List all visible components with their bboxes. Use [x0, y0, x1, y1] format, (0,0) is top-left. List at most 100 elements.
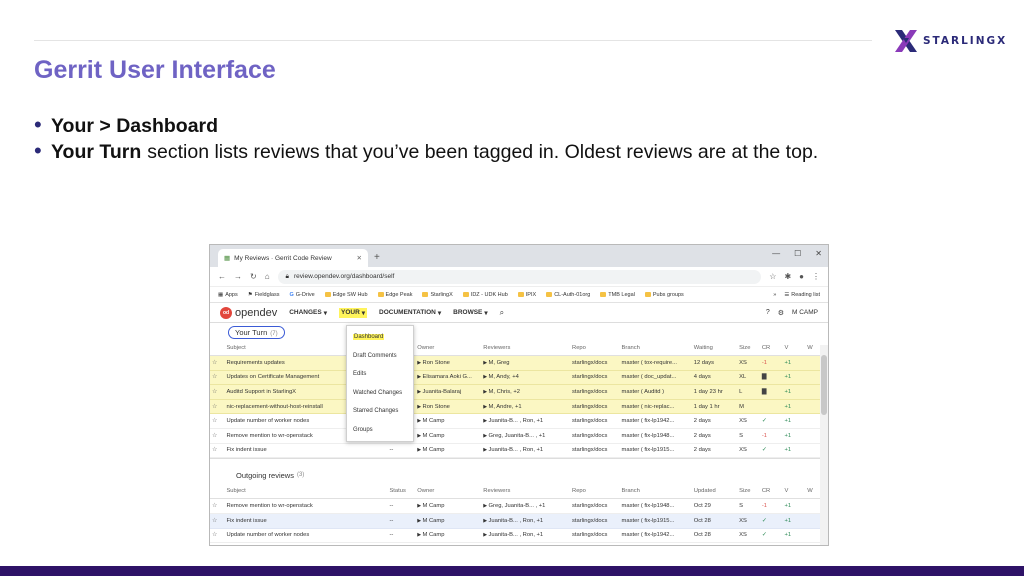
extensions-icon[interactable]: ✱	[784, 272, 791, 281]
branch-cell[interactable]: master ( fix-lp1948...	[619, 428, 692, 444]
table-row[interactable]: ☆Update number of worker nodes--▶ M Camp…	[210, 413, 828, 430]
table-row[interactable]: ☆Update number of worker nodes--▶ M Camp…	[210, 528, 828, 544]
table-row[interactable]: ☆ Requirements updates ▶ Ron Stone ▶ M, Gre…	[210, 355, 828, 371]
owner-cell[interactable]: ▶ Juanita-Balaraj	[415, 384, 482, 400]
repo-cell[interactable]: starlingx/docs	[570, 384, 620, 400]
star-icon[interactable]: ☆	[210, 370, 225, 386]
owner-cell[interactable]: ▶ Elisamara Aoki G...	[415, 370, 482, 386]
repo-cell[interactable]: starlingx/docs	[570, 513, 620, 529]
table-row[interactable]: ☆ Fix indent issue -- ▶ M Camp ▶ Juanita-B..…	[210, 443, 828, 459]
bookmark-item[interactable]: G G-Drive	[289, 292, 314, 298]
opendev-logo[interactable]: od opendev	[220, 306, 277, 319]
repo-cell[interactable]: starlingx/docs	[570, 428, 620, 444]
reviewers-cell[interactable]: ▶ M, Chris, +2	[481, 384, 571, 400]
bookmark-item[interactable]: IPIX	[517, 292, 536, 298]
star-icon[interactable]: ☆	[210, 384, 225, 400]
bookmark-item[interactable]: TMB Legal	[600, 292, 635, 298]
browser-tab[interactable]: ▦ My Reviews · Gerrit Code Review ✕	[218, 249, 368, 267]
branch-cell[interactable]: master ( fix-lp1942...	[619, 413, 692, 430]
star-icon[interactable]: ☆	[210, 428, 225, 444]
reviewers-cell[interactable]: ▶ Greg, Juanita-B... , +1	[481, 498, 571, 514]
repo-cell[interactable]: starlingx/docs	[570, 413, 620, 430]
branch-cell[interactable]: master ( fix-lp1948...	[619, 498, 692, 514]
user-name[interactable]: M CAMP	[792, 309, 818, 316]
bookmark-item[interactable]: Edge SW Hub	[324, 292, 368, 298]
gear-icon[interactable]: ⚙	[778, 309, 784, 317]
subject-link[interactable]: Fix indent issue	[224, 513, 388, 529]
dropdown-watched-changes[interactable]: Watched Changes	[347, 384, 413, 403]
repo-cell[interactable]: starlingx/docs	[570, 443, 620, 459]
owner-cell[interactable]: ▶ M Camp	[415, 443, 482, 459]
star-icon[interactable]: ☆	[210, 443, 225, 459]
branch-cell[interactable]: master ( nic-replac...	[619, 399, 692, 415]
branch-cell[interactable]: master ( fix-lp1915...	[619, 513, 692, 529]
reviewers-cell[interactable]: ▶ Greg, Juanita-B... , +1	[481, 428, 571, 444]
dropdown-dashboard[interactable]: Dashboard	[347, 328, 413, 347]
reviewers-cell[interactable]: ▶ Juanita-B... , Ron, +1	[481, 528, 571, 544]
repo-cell[interactable]: starlingx/docs	[570, 498, 620, 514]
dropdown-draft-comments[interactable]: Draft Comments	[347, 347, 413, 366]
star-icon[interactable]: ☆	[210, 413, 225, 430]
star-icon[interactable]: ☆	[210, 399, 225, 415]
scrollbar[interactable]	[820, 345, 828, 545]
repo-cell[interactable]: starlingx/docs	[570, 370, 620, 386]
bookmarks-more[interactable]: »	[773, 292, 776, 298]
branch-cell[interactable]: master ( Auditd )	[619, 384, 692, 400]
branch-cell[interactable]: master ( doc_updat...	[619, 370, 692, 386]
home-icon[interactable]: ⌂	[265, 272, 270, 281]
bookmark-item[interactable]: CL-Auth-01org	[546, 292, 590, 298]
subject-link[interactable]: Update number of worker nodes	[224, 528, 388, 544]
owner-cell[interactable]: ▶ M Camp	[415, 528, 482, 544]
minimize-icon[interactable]: —	[772, 249, 780, 258]
owner-cell[interactable]: ▶ M Camp	[415, 513, 482, 529]
owner-cell[interactable]: ▶ M Camp	[415, 428, 482, 444]
bookmark-item[interactable]: Edge Peak	[377, 292, 412, 298]
search-icon[interactable]: ⌕	[500, 308, 504, 318]
bookmark-item[interactable]: Pubs groups	[644, 292, 684, 298]
star-icon[interactable]: ☆	[210, 528, 225, 544]
reviewers-cell[interactable]: ▶ M, Andy, +4	[481, 370, 571, 386]
reload-icon[interactable]: ↻	[250, 272, 257, 281]
forward-arrow-icon[interactable]: →	[234, 272, 242, 281]
dropdown-edits[interactable]: Edits	[347, 365, 413, 384]
owner-cell[interactable]: ▶ M Camp	[415, 413, 482, 430]
bookmark-star-icon[interactable]: ☆	[769, 272, 776, 281]
owner-cell[interactable]: ▶ Ron Stone	[415, 355, 482, 371]
menu-changes[interactable]: CHANGES ▾	[289, 309, 327, 317]
maximize-icon[interactable]: ☐	[794, 249, 801, 258]
menu-browse[interactable]: BROWSE ▾	[453, 309, 488, 317]
bookmark-item[interactable]: StarlingX	[422, 292, 453, 298]
dropdown-groups[interactable]: Groups	[347, 421, 413, 440]
url-input[interactable]: 🔒︎ review.opendev.org/dashboard/self	[277, 269, 762, 284]
menu-documentation[interactable]: DOCUMENTATION ▾	[379, 309, 441, 317]
table-row[interactable]: ☆ Fix indent issue -- ▶ M Camp ▶ Juanita-B..…	[210, 513, 828, 529]
table-row[interactable]: ☆ Updates on Certificate Management ▶ Elis…	[210, 370, 828, 386]
close-window-icon[interactable]: ✕	[815, 249, 822, 258]
star-icon[interactable]: ☆	[210, 355, 225, 371]
menu-your[interactable]: YOUR ▾	[339, 307, 368, 318]
branch-cell[interactable]: master ( fix-lp1915...	[619, 443, 692, 459]
bookmark-apps[interactable]: ▦ Apps	[218, 292, 238, 298]
repo-cell[interactable]: starlingx/docs	[570, 528, 620, 544]
bookmark-item[interactable]: ⚑ Fieldglass	[248, 292, 280, 298]
branch-cell[interactable]: master ( fix-lp1942...	[619, 528, 692, 544]
repo-cell[interactable]: starlingx/docs	[570, 399, 620, 415]
repo-cell[interactable]: starlingx/docs	[570, 355, 620, 371]
close-icon[interactable]: ✕	[357, 254, 362, 262]
star-icon[interactable]: ☆	[210, 513, 225, 529]
reviewers-cell[interactable]: ▶ Juanita-B... , Ron, +1	[481, 443, 571, 459]
new-tab-icon[interactable]: +	[374, 252, 380, 263]
scrollbar-thumb[interactable]	[821, 355, 827, 415]
profile-icon[interactable]: ●	[799, 272, 804, 281]
reviewers-cell[interactable]: ▶ Juanita-B... , Ron, +1	[481, 413, 571, 430]
subject-link[interactable]: Remove mention to wr-openstack	[224, 498, 388, 514]
table-row[interactable]: ☆ nic-replacement-without-host-reinstall ▶…	[210, 399, 828, 415]
reviewers-cell[interactable]: ▶ M, Greg	[481, 355, 571, 371]
reading-list[interactable]: ☰ Reading list	[784, 292, 820, 298]
table-row[interactable]: ☆ Auditd Support in StarlingX ▶ Juanita-Ba…	[210, 384, 828, 400]
subject-link[interactable]: Fix indent issue	[224, 443, 388, 459]
bookmark-item[interactable]: IDZ - UDK Hub	[462, 292, 508, 298]
back-arrow-icon[interactable]: ←	[218, 272, 226, 281]
owner-cell[interactable]: ▶ Ron Stone	[415, 399, 482, 415]
help-icon[interactable]: ?	[766, 309, 770, 316]
